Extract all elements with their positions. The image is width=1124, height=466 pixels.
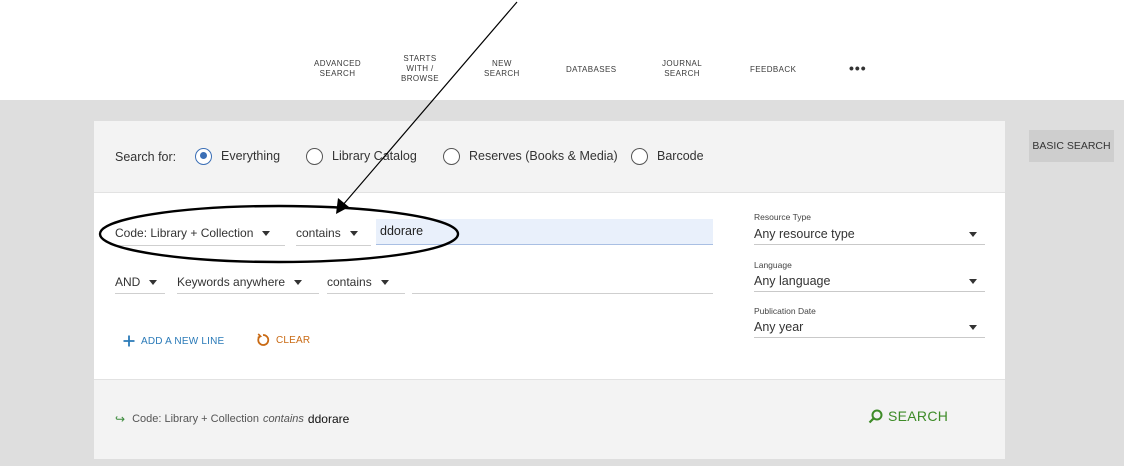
query-summary: ↪ Code: Library + Collection contains dd…: [115, 412, 349, 426]
chevron-down-icon: [969, 325, 977, 330]
row1-field-value: Code: Library + Collection: [115, 226, 254, 240]
chevron-down-icon: [262, 230, 271, 236]
search-icon: [868, 409, 883, 423]
search-button[interactable]: SEARCH: [868, 408, 948, 424]
chevron-down-icon: [969, 279, 977, 284]
row2-operator-value: contains: [327, 275, 372, 289]
more-menu-icon[interactable]: •••: [849, 60, 867, 76]
radio-selected-icon: [195, 147, 212, 165]
nav-new-search[interactable]: NEW SEARCH: [484, 59, 520, 79]
row1-operator-value: contains: [296, 226, 341, 240]
language-value: Any language: [754, 274, 831, 288]
scope-label: Barcode: [657, 149, 704, 163]
nav-label-line: STARTS: [403, 54, 437, 63]
add-new-line-label: ADD A NEW LINE: [141, 335, 225, 347]
search-for-label: Search for:: [115, 150, 177, 164]
reset-icon: [257, 333, 270, 346]
resource-type-value: Any resource type: [754, 227, 855, 241]
nav-label-line: FEEDBACK: [750, 65, 797, 74]
scope-label: Library Catalog: [332, 149, 417, 163]
row2-boolean-underline: [115, 293, 165, 294]
basic-search-button[interactable]: BASIC SEARCH: [1029, 130, 1114, 162]
row2-query-input[interactable]: [412, 270, 713, 294]
summary-operator: contains: [262, 413, 304, 425]
advanced-search-panel: Search for: Everything Library Catalog R…: [94, 121, 1005, 459]
scope-label: Reserves (Books & Media): [469, 149, 618, 163]
row1-field-select[interactable]: Code: Library + Collection: [115, 226, 271, 240]
row2-field-select[interactable]: Keywords anywhere: [177, 275, 303, 289]
publication-date-value: Any year: [754, 320, 804, 334]
scope-radio-everything[interactable]: Everything: [195, 147, 280, 165]
nav-label-line: SEARCH: [664, 69, 700, 78]
chevron-down-icon: [349, 230, 358, 236]
scope-radio-library-catalog[interactable]: Library Catalog: [306, 147, 417, 165]
resource-type-label: Resource Type: [754, 212, 812, 222]
nav-label-line: DATABASES: [566, 65, 617, 74]
chevron-down-icon: [294, 279, 303, 285]
summary-term: ddorare: [307, 412, 350, 426]
language-select[interactable]: Any language: [754, 272, 985, 292]
row2-operator-underline: [327, 293, 405, 294]
clear-button[interactable]: CLEAR: [256, 333, 310, 347]
row1-operator-select[interactable]: contains: [296, 226, 358, 240]
nav-label-line: JOURNAL: [662, 59, 703, 68]
top-navigation: ADVANCED SEARCH STARTS WITH / BROWSE NEW…: [0, 52, 1124, 96]
row2-field-value: Keywords anywhere: [177, 275, 286, 289]
chevron-down-icon: [380, 279, 389, 285]
scope-radio-reserves[interactable]: Reserves (Books & Media): [443, 147, 618, 165]
summary-field: Code: Library + Collection: [132, 413, 259, 425]
scope-radio-barcode[interactable]: Barcode: [631, 147, 704, 165]
radio-unselected-icon: [631, 147, 648, 165]
language-label: Language: [754, 260, 792, 270]
nav-databases[interactable]: DATABASES: [566, 65, 616, 75]
nav-label-line: SEARCH: [484, 69, 520, 78]
nav-label-line: ADVANCED: [314, 59, 362, 68]
nav-feedback[interactable]: FEEDBACK: [750, 65, 796, 75]
nav-journal-search[interactable]: JOURNAL SEARCH: [662, 59, 702, 79]
resource-type-select[interactable]: Any resource type: [754, 225, 985, 245]
add-new-line-button[interactable]: ADD A NEW LINE: [123, 335, 224, 347]
chevron-down-icon: [149, 279, 158, 285]
row1-query-input[interactable]: ddorare: [376, 219, 713, 245]
radio-unselected-icon: [443, 147, 460, 165]
nav-advanced-search[interactable]: ADVANCED SEARCH: [314, 59, 361, 79]
nav-label-line: NEW: [491, 59, 512, 68]
publication-date-select[interactable]: Any year: [754, 318, 985, 338]
row2-boolean-value: AND: [115, 275, 141, 289]
row2-field-underline: [177, 293, 319, 294]
search-button-label: SEARCH: [888, 408, 949, 424]
clear-label: CLEAR: [276, 334, 311, 346]
plus-icon: [123, 335, 135, 347]
nav-label-line: BROWSE: [401, 74, 439, 83]
radio-unselected-icon: [306, 147, 323, 165]
row1-operator-underline: [296, 245, 371, 246]
publication-date-label: Publication Date: [754, 306, 816, 316]
search-scope-bar: Search for: Everything Library Catalog R…: [94, 121, 1005, 193]
chevron-down-icon: [969, 232, 977, 237]
nav-label-line: WITH /: [406, 64, 434, 73]
scope-label: Everything: [221, 149, 281, 163]
nav-label-line: SEARCH: [319, 69, 356, 78]
row2-boolean-select[interactable]: AND: [115, 275, 158, 289]
nav-starts-with-browse[interactable]: STARTS WITH / BROWSE: [401, 54, 439, 84]
return-arrow-icon: ↪: [115, 412, 126, 426]
query-summary-bar: ↪ Code: Library + Collection contains dd…: [94, 379, 1005, 459]
row1-field-underline: [115, 245, 285, 246]
row2-operator-select[interactable]: contains: [327, 275, 389, 289]
